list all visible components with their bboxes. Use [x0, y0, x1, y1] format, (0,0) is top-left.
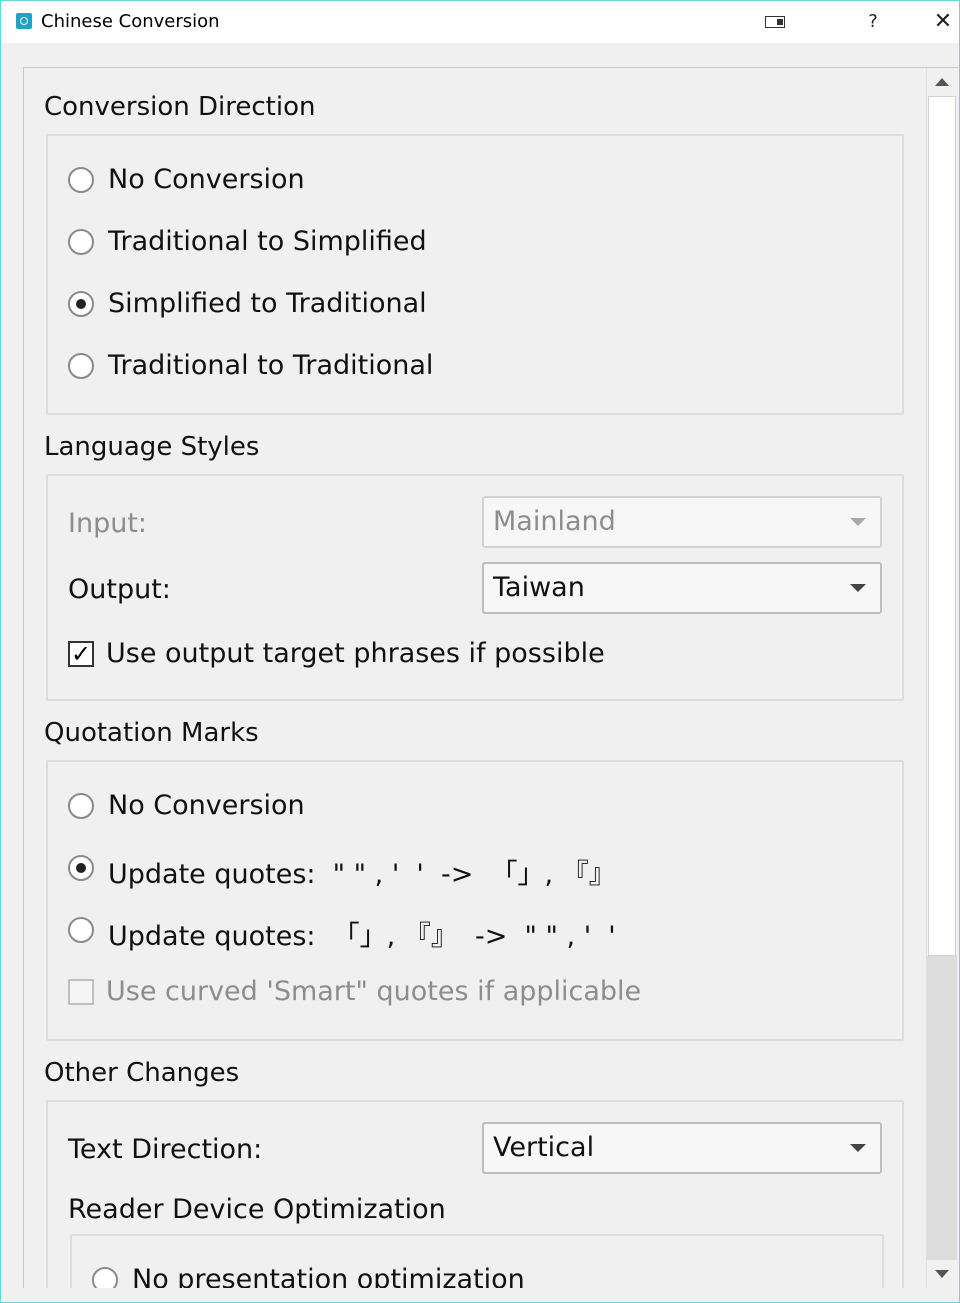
radio-button-selected[interactable] — [68, 855, 94, 881]
scroll-down-button[interactable] — [927, 1260, 957, 1288]
text-direction-value: Vertical — [493, 1132, 595, 1163]
scroll-area: Conversion Direction No Conversion Tradi… — [23, 67, 958, 1288]
radio-button[interactable] — [68, 917, 94, 943]
checkbox-checked[interactable]: ✓ — [68, 641, 94, 667]
language-styles-title: Language Styles — [44, 432, 260, 462]
radio-label: Traditional to Simplified — [108, 226, 427, 257]
output-label: Output: — [68, 574, 171, 605]
checkbox-unchecked[interactable] — [68, 979, 94, 1005]
other-changes-group: Text Direction: Vertical Reader Device O… — [46, 1100, 904, 1288]
close-button[interactable]: ✕ — [927, 7, 959, 37]
input-style-select[interactable]: Mainland — [482, 496, 882, 548]
output-style-select[interactable]: Taiwan — [482, 562, 882, 614]
checkbox-label: Use curved 'Smart" quotes if applicable — [106, 976, 642, 1007]
chevron-down-icon — [850, 1144, 866, 1152]
radio-button[interactable] — [92, 1267, 118, 1288]
radio-button-selected[interactable] — [68, 291, 94, 317]
radio-label: Update quotes: 「」, 『』 -> " " , ' ' — [108, 921, 616, 952]
radio-label: No presentation optimization — [132, 1264, 525, 1288]
radio-button[interactable] — [68, 793, 94, 819]
input-style-value: Mainland — [493, 506, 616, 537]
float-icon — [765, 16, 785, 28]
radio-label: Traditional to Traditional — [108, 350, 434, 381]
quotation-marks-title: Quotation Marks — [44, 718, 259, 748]
output-style-value: Taiwan — [493, 572, 585, 603]
conversion-direction-group: No Conversion Traditional to Simplified … — [46, 134, 904, 415]
title-bar: Chinese Conversion ? ✕ — [1, 1, 959, 43]
quotation-marks-group: No Conversion Update quotes: " " , ' ' -… — [46, 760, 904, 1041]
checkbox-label: Use output target phrases if possible — [106, 638, 605, 669]
text-direction-label: Text Direction: — [68, 1134, 263, 1165]
chevron-up-icon — [935, 78, 949, 86]
radio-button[interactable] — [68, 167, 94, 193]
help-button[interactable]: ? — [857, 7, 889, 37]
chevron-down-icon — [850, 584, 866, 592]
scroll-track-remaining[interactable] — [927, 956, 957, 1260]
input-label: Input: — [68, 508, 148, 539]
scroll-thumb[interactable] — [928, 96, 956, 956]
scroll-track[interactable] — [927, 96, 957, 1260]
chevron-down-icon — [850, 518, 866, 526]
float-window-button[interactable] — [761, 7, 793, 37]
radio-label: Simplified to Traditional — [108, 288, 427, 319]
chevron-down-icon — [935, 1270, 949, 1278]
radio-label: No Conversion — [108, 164, 305, 195]
radio-button[interactable] — [68, 353, 94, 379]
scroll-up-button[interactable] — [927, 68, 957, 96]
app-icon — [16, 13, 32, 29]
text-direction-select[interactable]: Vertical — [482, 1122, 882, 1174]
window-title: Chinese Conversion — [41, 11, 220, 32]
radio-label: No Conversion — [108, 790, 305, 821]
language-styles-group: Input: Mainland Output: Taiwan ✓ Use out… — [46, 474, 904, 701]
conversion-direction-title: Conversion Direction — [44, 92, 316, 122]
chinese-conversion-dialog: Chinese Conversion ? ✕ Conversion Direct… — [0, 0, 960, 1303]
reader-optimization-title: Reader Device Optimization — [68, 1194, 446, 1225]
other-changes-title: Other Changes — [44, 1058, 240, 1088]
radio-label: Update quotes: " " , ' ' -> 「」, 『』 — [108, 859, 616, 890]
reader-optimization-group: No presentation optimization — [70, 1234, 884, 1288]
radio-button[interactable] — [68, 229, 94, 255]
vertical-scrollbar[interactable] — [926, 68, 957, 1288]
